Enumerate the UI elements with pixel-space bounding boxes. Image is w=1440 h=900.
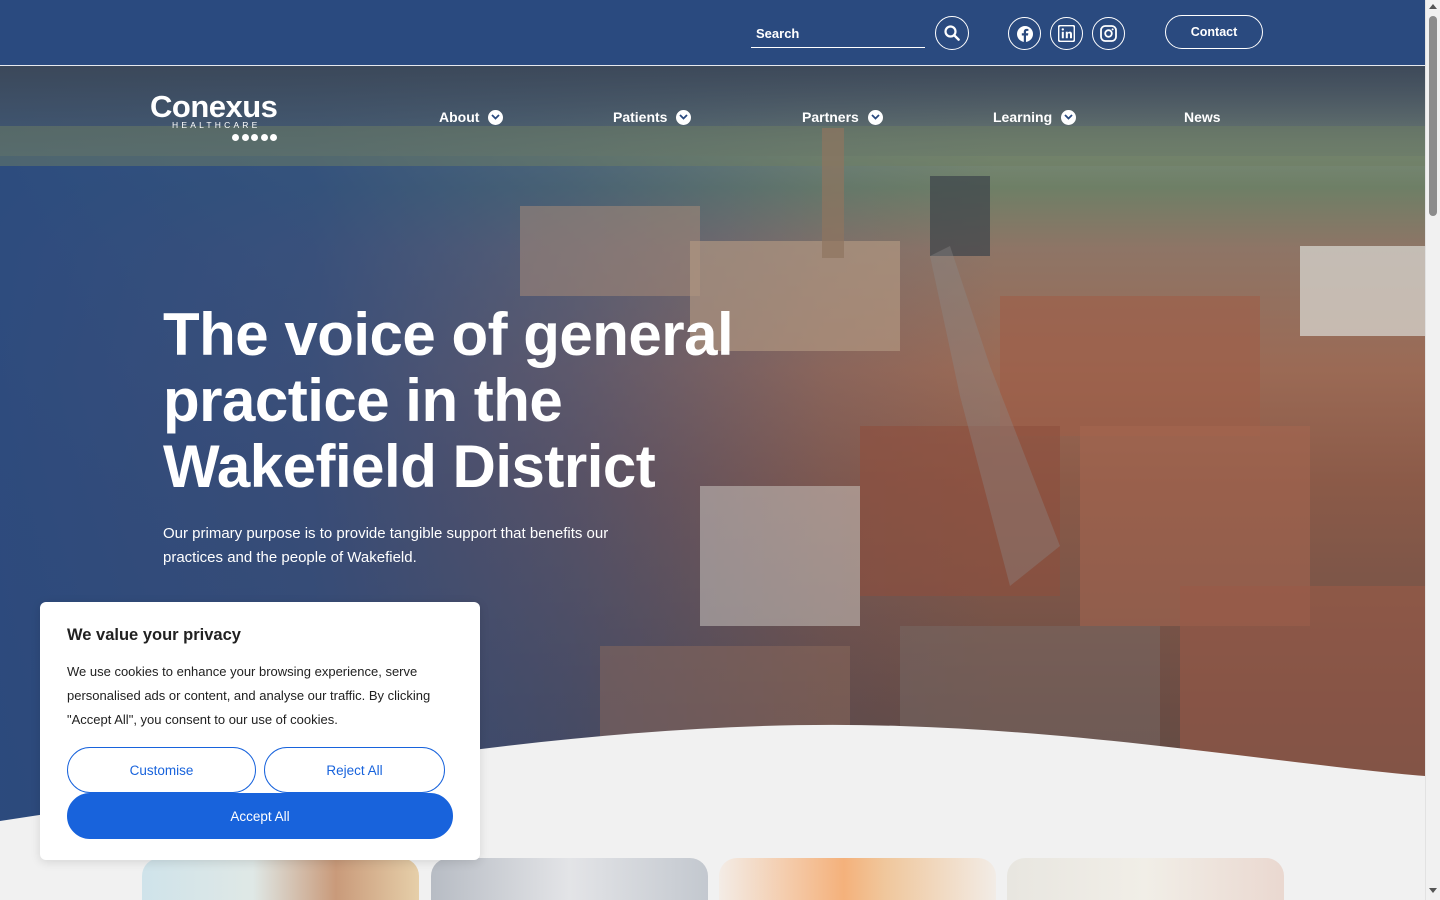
scrollbar[interactable] bbox=[1425, 0, 1440, 900]
scroll-up-arrow[interactable] bbox=[1429, 4, 1437, 9]
facebook-link[interactable] bbox=[1008, 17, 1041, 50]
search-icon bbox=[944, 25, 960, 41]
nav-patients[interactable]: Patients bbox=[613, 106, 692, 128]
nav-label: Learning bbox=[993, 109, 1053, 125]
chevron-down-icon bbox=[488, 109, 504, 125]
nav-about[interactable]: About bbox=[439, 106, 504, 128]
contact-button[interactable]: Contact bbox=[1165, 15, 1263, 49]
logo-dots bbox=[232, 134, 277, 141]
conexus-logo[interactable]: Conexus HEALTHCARE bbox=[150, 91, 282, 145]
nav-learning[interactable]: Learning bbox=[993, 106, 1077, 128]
search-input[interactable] bbox=[751, 19, 925, 47]
search-button[interactable] bbox=[935, 16, 969, 50]
feature-card[interactable] bbox=[431, 858, 708, 900]
cookie-text: We use cookies to enhance your browsing … bbox=[67, 664, 431, 727]
chevron-down-icon bbox=[676, 109, 692, 125]
chevron-down-icon bbox=[1061, 109, 1077, 125]
instagram-icon bbox=[1100, 25, 1117, 42]
feature-card[interactable] bbox=[1007, 858, 1284, 900]
feature-card[interactable] bbox=[142, 858, 419, 900]
search-field bbox=[751, 19, 925, 48]
nav-label: About bbox=[439, 109, 480, 125]
cookie-title: We value your privacy bbox=[67, 626, 241, 644]
nav-partners[interactable]: Partners bbox=[802, 106, 883, 128]
hero-subtitle: Our primary purpose is to provide tangib… bbox=[163, 525, 609, 566]
instagram-link[interactable] bbox=[1092, 17, 1125, 50]
cookie-banner: We value your privacy We use cookies to … bbox=[40, 602, 480, 860]
top-bar: Contact bbox=[0, 0, 1425, 66]
logo-wordmark: Conexus bbox=[150, 89, 278, 124]
linkedin-link[interactable] bbox=[1050, 17, 1083, 50]
feature-card[interactable] bbox=[719, 858, 996, 900]
hero-title: The voice of general practice in the Wak… bbox=[163, 301, 734, 500]
scroll-down-arrow[interactable] bbox=[1429, 888, 1437, 893]
scroll-thumb[interactable] bbox=[1429, 16, 1437, 216]
nav-news[interactable]: News bbox=[1184, 106, 1221, 128]
logo-subtitle: HEALTHCARE bbox=[172, 120, 261, 130]
nav-label: News bbox=[1184, 109, 1221, 125]
nav-label: Partners bbox=[802, 109, 859, 125]
chevron-down-icon bbox=[867, 109, 883, 125]
reject-all-button[interactable]: Reject All bbox=[264, 747, 445, 793]
accept-all-button[interactable]: Accept All bbox=[67, 793, 453, 839]
linkedin-icon bbox=[1058, 25, 1075, 42]
nav-label: Patients bbox=[613, 109, 668, 125]
facebook-icon bbox=[1016, 25, 1033, 42]
customise-button[interactable]: Customise bbox=[67, 747, 256, 793]
